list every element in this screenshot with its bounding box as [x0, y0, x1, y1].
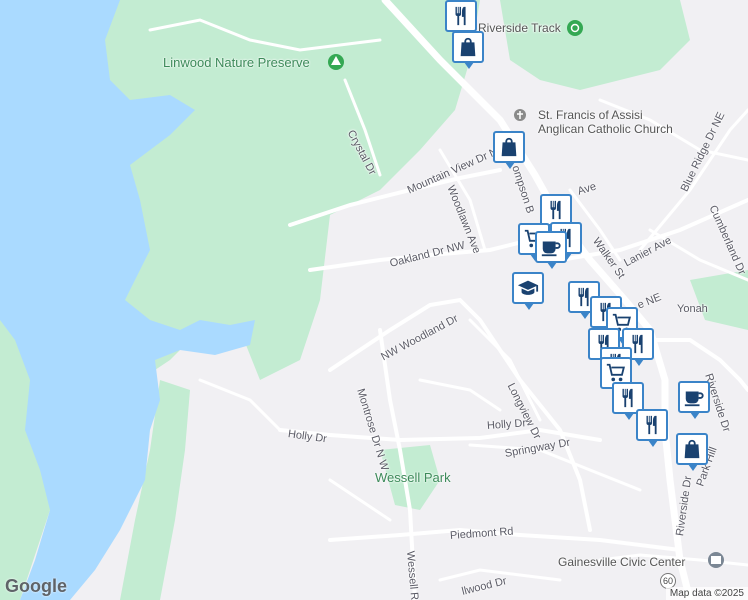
map-marker-school[interactable]: [512, 272, 544, 310]
map-marker-shopping-bag[interactable]: [676, 433, 708, 471]
yonah-label: Yonah: [677, 303, 708, 315]
map-marker-restaurant[interactable]: [636, 409, 668, 447]
shopping-bag-icon: [498, 136, 520, 158]
school-icon: [517, 277, 539, 299]
restaurant-icon: [641, 414, 663, 436]
shopping-bag-icon: [681, 438, 703, 460]
riverside-track-label[interactable]: Riverside Track: [478, 21, 561, 35]
residential-road-1: [198, 378, 282, 432]
church-icon: [514, 109, 526, 121]
church-label-line2[interactable]: Anglican Catholic Church: [538, 122, 673, 136]
shopping-cart-icon: [605, 362, 627, 384]
restaurant-icon: [450, 5, 472, 27]
shopping-bag-icon: [457, 36, 479, 58]
map-marker-restaurant[interactable]: [445, 0, 477, 38]
map-marker-coffee-cup[interactable]: [678, 381, 710, 419]
wessell-park-label: Wessell Park: [375, 470, 451, 485]
coffee-cup-icon: [683, 386, 705, 408]
linwood-park-label: Linwood Nature Preserve: [163, 55, 310, 70]
north-park-area: [500, 0, 690, 90]
track-icon: [567, 20, 583, 36]
civic-center-icon: [708, 552, 724, 568]
springway-road: [468, 443, 642, 492]
map-marker-shopping-bag[interactable]: [452, 31, 484, 69]
residential-road-7: [328, 478, 392, 522]
coffee-cup-icon: [540, 236, 562, 258]
google-logo-text: Google: [5, 576, 67, 596]
google-logo: Google: [5, 576, 67, 597]
map-canvas[interactable]: Linwood Nature Preserve Wessell Park Riv…: [0, 0, 748, 600]
residential-road-6: [418, 378, 502, 412]
east-park-area: [690, 270, 748, 330]
park-tree-icon: [328, 54, 344, 70]
restaurant-icon: [545, 199, 567, 221]
map-marker-coffee-cup[interactable]: [535, 231, 567, 269]
civic-center-label[interactable]: Gainesville Civic Center: [558, 555, 685, 569]
map-attribution[interactable]: Map data ©2025: [665, 587, 748, 600]
restaurant-icon: [617, 387, 639, 409]
map-marker-shopping-bag[interactable]: [493, 131, 525, 169]
church-label-line1[interactable]: St. Francis of Assisi: [538, 108, 643, 122]
longview-road: [468, 318, 542, 422]
